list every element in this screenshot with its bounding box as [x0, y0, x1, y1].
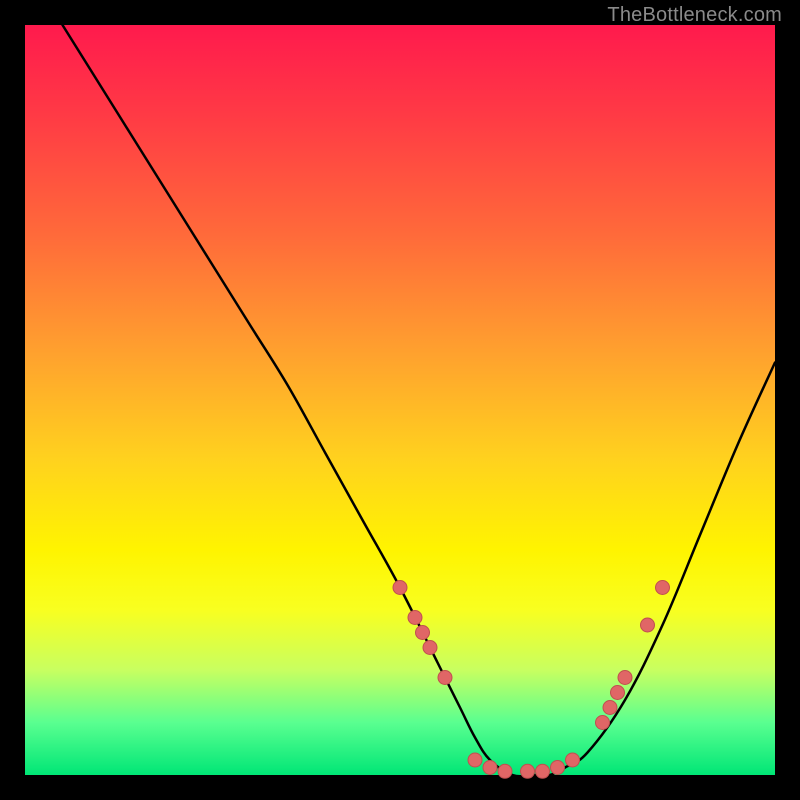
chart-marker	[551, 761, 565, 775]
chart-marker	[416, 626, 430, 640]
chart-marker	[566, 753, 580, 767]
chart-plot-area	[25, 25, 775, 775]
chart-marker	[498, 764, 512, 778]
chart-markers	[393, 581, 670, 779]
chart-marker	[656, 581, 670, 595]
chart-marker	[596, 716, 610, 730]
chart-marker	[618, 671, 632, 685]
bottleneck-curve	[63, 25, 776, 776]
chart-frame: TheBottleneck.com	[0, 0, 800, 800]
chart-marker	[393, 581, 407, 595]
chart-marker	[483, 761, 497, 775]
chart-svg	[25, 25, 775, 775]
chart-marker	[641, 618, 655, 632]
chart-marker	[611, 686, 625, 700]
chart-marker	[468, 753, 482, 767]
chart-marker	[423, 641, 437, 655]
chart-marker	[603, 701, 617, 715]
chart-marker	[536, 764, 550, 778]
chart-marker	[521, 764, 535, 778]
chart-marker	[438, 671, 452, 685]
chart-marker	[408, 611, 422, 625]
watermark-text: TheBottleneck.com	[607, 4, 782, 27]
